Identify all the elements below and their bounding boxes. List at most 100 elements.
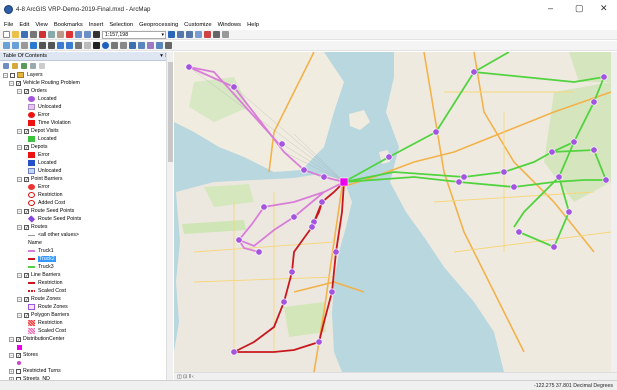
collapse-icon[interactable]: − xyxy=(9,352,14,358)
toc-legend-row[interactable]: Located xyxy=(28,95,56,103)
paste-icon[interactable] xyxy=(57,31,64,38)
layer-visibility-checkbox[interactable]: ✓ xyxy=(24,296,29,302)
new-document-icon[interactable] xyxy=(3,31,10,38)
menu-windows[interactable]: Windows xyxy=(218,22,242,28)
zoom-in-icon[interactable] xyxy=(3,42,10,49)
toc-legend-row[interactable]: Name xyxy=(28,239,42,247)
identify-icon[interactable] xyxy=(102,42,109,49)
collapse-icon[interactable]: − xyxy=(17,272,22,278)
search-window-icon[interactable] xyxy=(195,31,202,38)
add-data-icon[interactable] xyxy=(93,31,100,38)
toc-legend-row[interactable]: Added Cost xyxy=(28,199,65,207)
copy-icon[interactable] xyxy=(48,31,55,38)
toc-legend-row[interactable]: Route Seed Points xyxy=(27,215,81,223)
toc-legend-row[interactable]: Restriction xyxy=(28,191,63,199)
editor-toolbar-icon[interactable] xyxy=(168,31,175,38)
map-vertical-scrollbar[interactable] xyxy=(611,52,617,372)
collapse-icon[interactable]: − xyxy=(17,296,22,302)
menu-view[interactable]: View xyxy=(35,22,47,28)
map-scale-combo[interactable]: 1:157,198 ▾ xyxy=(102,30,166,39)
print-icon[interactable] xyxy=(30,31,37,38)
python-window-icon[interactable] xyxy=(213,31,220,38)
save-icon[interactable] xyxy=(21,31,28,38)
open-folder-icon[interactable] xyxy=(12,31,19,38)
toc-legend-row[interactable]: Time Violation xyxy=(28,119,71,127)
toc-legend-row[interactable]: Error xyxy=(28,111,50,119)
map-horizontal-scrollbar[interactable]: ◫ ⊡ ‖ ‹ xyxy=(174,372,617,380)
layer-visibility-checkbox[interactable]: ✓ xyxy=(16,336,21,342)
toc-legend-row[interactable]: Located xyxy=(28,159,56,167)
delete-icon[interactable] xyxy=(66,31,73,38)
toc-legend-row[interactable]: <all other values> xyxy=(28,231,79,239)
layer-visibility-checkbox[interactable]: ✓ xyxy=(24,272,29,278)
table-of-contents-icon[interactable] xyxy=(177,31,184,38)
toc-layer-row[interactable]: − ✓ Point Barriers xyxy=(17,175,62,183)
map-canvas[interactable] xyxy=(174,52,611,372)
toc-layer-row[interactable]: − ✓ Line Barriers xyxy=(17,271,60,279)
maximize-button[interactable]: ▢ xyxy=(575,4,584,13)
toc-layer-row[interactable]: − ✓ Depots xyxy=(17,143,47,151)
create-viewer-window-icon[interactable] xyxy=(156,42,163,49)
select-features-icon[interactable] xyxy=(75,42,82,49)
catalog-window-icon[interactable] xyxy=(186,31,193,38)
layer-visibility-checkbox[interactable] xyxy=(10,72,15,78)
toc-layer-row[interactable]: − ✓ Routes xyxy=(17,223,47,231)
collapse-icon[interactable]: − xyxy=(17,208,22,214)
collapse-icon[interactable]: − xyxy=(17,224,22,230)
collapse-icon[interactable]: − xyxy=(3,72,8,78)
toc-legend-row[interactable]: Truck3 xyxy=(28,263,54,271)
list-by-source-icon[interactable] xyxy=(12,63,18,69)
redo-icon[interactable] xyxy=(84,31,91,38)
collapse-icon[interactable]: − xyxy=(17,312,22,318)
layer-visibility-checkbox[interactable]: ✓ xyxy=(24,208,29,214)
toc-legend-row[interactable]: Unlocated xyxy=(28,103,61,111)
toc-options-icon[interactable] xyxy=(39,63,45,69)
minimize-button[interactable]: – xyxy=(548,4,553,13)
back-extent-icon[interactable] xyxy=(57,42,64,49)
fixed-zoom-out-icon[interactable] xyxy=(48,42,55,49)
layout-view-toggles[interactable]: ◫ ⊡ ‖ ‹ xyxy=(177,374,194,380)
layer-visibility-checkbox[interactable]: ✓ xyxy=(16,352,21,358)
toc-legend-row[interactable]: Scaled Cost xyxy=(28,287,66,295)
menu-selection[interactable]: Selection xyxy=(109,22,133,28)
list-by-drawing-order-icon[interactable] xyxy=(3,63,9,69)
collapse-icon[interactable]: − xyxy=(17,176,22,182)
forward-extent-icon[interactable] xyxy=(66,42,73,49)
toc-legend-row[interactable]: Restriction xyxy=(28,279,63,287)
cut-icon[interactable] xyxy=(39,31,46,38)
collapse-icon[interactable]: − xyxy=(17,144,22,150)
toc-layer-row[interactable]: − ✓ Depot Visits xyxy=(17,127,59,135)
menu-bookmarks[interactable]: Bookmarks xyxy=(54,22,83,28)
toc-layer-row[interactable]: + Restricted Turns xyxy=(9,367,61,375)
layer-visibility-checkbox[interactable]: ✓ xyxy=(24,144,29,150)
clear-selection-icon[interactable] xyxy=(84,42,91,49)
layer-visibility-checkbox[interactable]: ✓ xyxy=(24,128,29,134)
chevron-down-icon[interactable]: ▾ xyxy=(161,32,164,38)
toc-legend-row[interactable]: Located xyxy=(28,135,56,143)
collapse-icon[interactable]: − xyxy=(9,80,14,86)
fixed-zoom-in-icon[interactable] xyxy=(39,42,46,49)
layer-visibility-checkbox[interactable]: ✓ xyxy=(16,80,21,86)
layer-visibility-checkbox[interactable]: ✓ xyxy=(24,312,29,318)
network-analyst-icon[interactable] xyxy=(165,42,172,49)
measure-icon[interactable] xyxy=(120,42,127,49)
toc-legend-row[interactable]: Error xyxy=(28,183,50,191)
toc-scroll-thumb[interactable] xyxy=(168,62,173,162)
pan-icon[interactable] xyxy=(21,42,28,49)
toc-legend-row[interactable]: Truck1 xyxy=(28,247,54,255)
select-elements-icon[interactable] xyxy=(93,42,100,49)
menu-insert[interactable]: Insert xyxy=(89,22,104,28)
list-by-selection-icon[interactable] xyxy=(30,63,36,69)
list-by-visibility-icon[interactable] xyxy=(21,63,27,69)
toc-legend-row[interactable]: Error xyxy=(28,151,50,159)
toc-legend-row[interactable]: Scaled Cost xyxy=(28,327,66,335)
layer-visibility-checkbox[interactable]: ✓ xyxy=(24,224,29,230)
toc-layer-row[interactable]: − ✓ Route Zones xyxy=(17,295,61,303)
layer-visibility-checkbox[interactable]: ✓ xyxy=(24,176,29,182)
toc-layer-row[interactable]: − ✓ Stores xyxy=(9,351,38,359)
toc-layer-row[interactable]: − ✓ Vehicle Routing Problem xyxy=(9,79,80,87)
menu-help[interactable]: Help xyxy=(247,22,259,28)
expand-icon[interactable]: + xyxy=(9,368,14,374)
toc-legend-row[interactable]: Restriction xyxy=(28,319,63,327)
layer-visibility-checkbox[interactable] xyxy=(16,368,21,374)
